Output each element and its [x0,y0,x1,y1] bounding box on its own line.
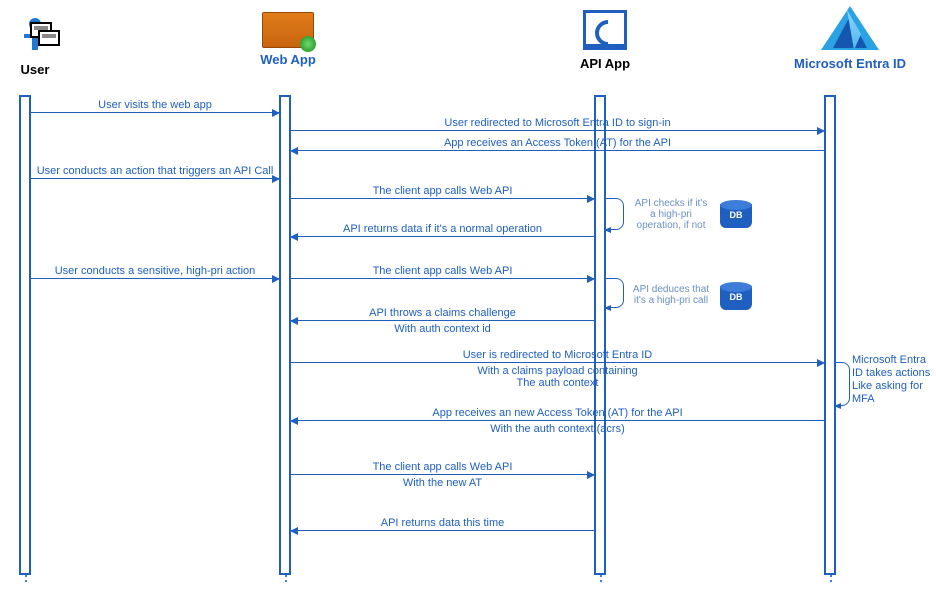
msg-10-label-a: User is redirected to Microsoft Entra ID [291,349,824,361]
msg-13-label: API returns data this time [291,517,594,529]
actor-user: User [0,18,70,77]
msg-8: The client app calls Web API [291,278,594,279]
self-loop-2 [606,278,624,308]
self-loop-entra [836,362,850,406]
msg-2-label: User redirected to Microsoft Entra ID to… [291,117,824,129]
activation-apiapp [594,95,606,575]
msg-12-label-b: With the new AT [291,477,594,489]
note-2: API deduces thatit's a high-pri call [628,284,714,306]
msg-9: API throws a claims challenge With auth … [291,320,594,321]
msg-5-label: The client app calls Web API [291,185,594,197]
msg-1: User visits the web app [31,112,279,113]
db-2: DB [720,282,752,310]
msg-1-label: User visits the web app [31,99,279,111]
msg-11-label-a: App receives an new Access Token (AT) fo… [291,407,824,419]
msg-7-label: User conducts a sensitive, high-pri acti… [31,265,279,277]
msg-3-label: App receives an Access Token (AT) for th… [291,137,824,149]
note-entra: Microsoft Entra ID takes actions Like as… [852,354,932,406]
msg-3: App receives an Access Token (AT) for th… [291,150,824,151]
entra-icon [821,6,879,52]
msg-6-label: API returns data if it's a normal operat… [291,223,594,235]
msg-12: The client app calls Web API With the ne… [291,474,594,475]
api-icon [583,10,627,50]
actor-label-user: User [0,62,70,77]
activation-webapp [279,95,291,575]
actor-webapp: Web App [258,12,318,67]
db-1: DB [720,200,752,228]
msg-10-label-b: With a claims payload containing [291,365,824,377]
actor-label-apiapp: API App [575,56,635,71]
note-1: API checks if it'sa high-prioperation, i… [628,198,714,231]
msg-13: API returns data this time [291,530,594,531]
actor-apiapp: API App [575,10,635,71]
activation-user [19,95,31,575]
self-loop-1 [606,198,624,230]
msg-8-label: The client app calls Web API [291,265,594,277]
msg-6: API returns data if it's a normal operat… [291,236,594,237]
msg-4-label: User conducts an action that triggers an… [31,165,279,177]
actor-label-webapp: Web App [258,52,318,67]
msg-9-label-b: With auth context id [291,323,594,335]
activation-entra [824,95,836,575]
msg-7: User conducts a sensitive, high-pri acti… [31,278,279,279]
msg-2: User redirected to Microsoft Entra ID to… [291,130,824,131]
msg-9-label-a: API throws a claims challenge [291,307,594,319]
webapp-icon [262,12,314,48]
msg-11: App receives an new Access Token (AT) fo… [291,420,824,421]
msg-10-label-c: The auth context [291,377,824,389]
actor-label-entra: Microsoft Entra ID [790,56,910,71]
msg-11-label-b: With the auth context (acrs) [291,423,824,435]
msg-12-label-a: The client app calls Web API [291,461,594,473]
msg-5: The client app calls Web API [291,198,594,199]
msg-10: User is redirected to Microsoft Entra ID… [291,362,824,363]
msg-4: User conducts an action that triggers an… [31,178,279,179]
actor-entra: Microsoft Entra ID [790,6,910,71]
